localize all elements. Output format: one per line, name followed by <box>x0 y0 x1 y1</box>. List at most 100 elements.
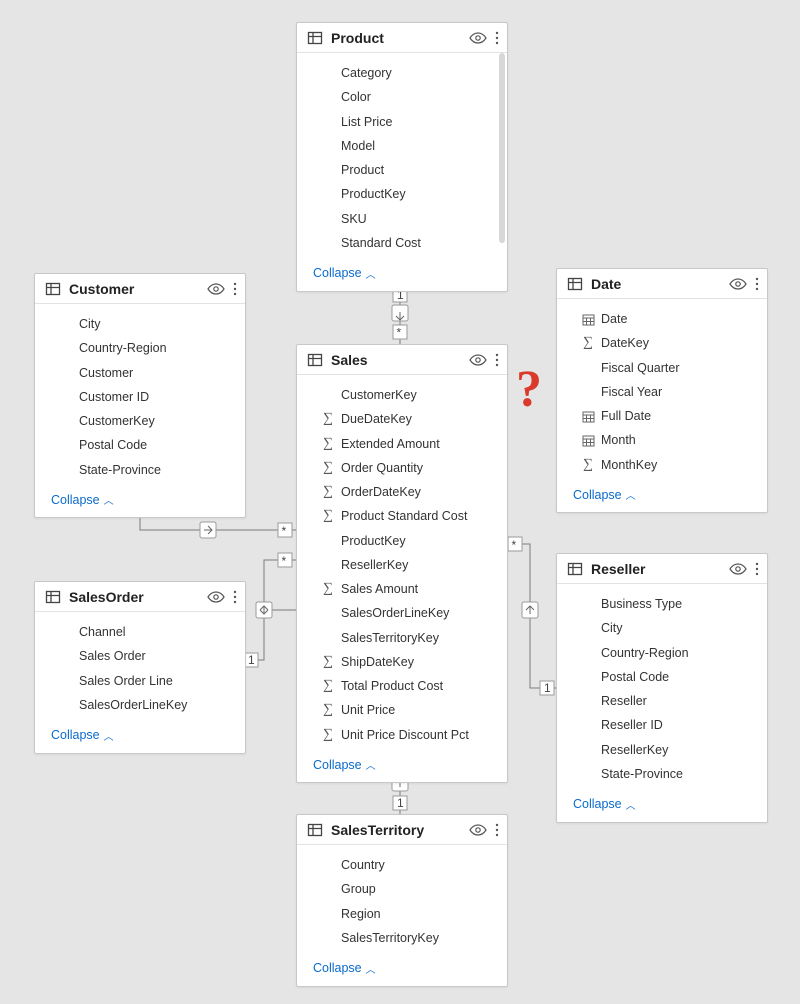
field-row[interactable]: ∑DueDateKey <box>297 407 507 431</box>
table-card-salesterritory[interactable]: SalesTerritory CountryGroupRegionSalesTe… <box>296 814 508 987</box>
field-row[interactable]: SalesTerritoryKey <box>297 926 507 950</box>
more-options-icon[interactable] <box>755 277 759 291</box>
field-row[interactable]: Business Type <box>557 592 767 616</box>
table-card-reseller[interactable]: Reseller Business Type City Country-Region… <box>556 553 768 823</box>
field-row[interactable]: ∑MonthKey <box>557 453 767 477</box>
field-row[interactable]: ProductKey <box>297 182 507 206</box>
visibility-icon[interactable] <box>469 823 487 837</box>
field-label: Product <box>341 162 384 178</box>
field-row[interactable]: Country-Region <box>35 336 245 360</box>
field-row[interactable]: State-Province <box>35 458 245 482</box>
field-row[interactable]: List Price <box>297 110 507 134</box>
field-label: Region <box>341 906 381 922</box>
more-options-icon[interactable] <box>233 282 237 296</box>
field-row[interactable]: Month <box>557 428 767 452</box>
more-options-icon[interactable] <box>233 590 237 604</box>
field-row[interactable]: ResellerKey <box>557 738 767 762</box>
field-label: OrderDateKey <box>341 484 421 500</box>
field-row[interactable]: Standard Cost <box>297 231 507 255</box>
field-row[interactable]: Postal Code <box>35 433 245 457</box>
table-title: Sales <box>331 352 461 368</box>
scrollbar[interactable] <box>499 53 505 243</box>
field-row[interactable]: ∑Unit Price Discount Pct <box>297 723 507 747</box>
field-row[interactable]: Channel <box>35 620 245 644</box>
field-row[interactable]: Model <box>297 134 507 158</box>
field-row[interactable]: ResellerKey <box>297 553 507 577</box>
sigma-icon: ∑ <box>321 485 335 499</box>
field-label: DueDateKey <box>341 411 412 427</box>
field-row[interactable]: ∑Unit Price <box>297 698 507 722</box>
field-row[interactable]: Fiscal Year <box>557 380 767 404</box>
field-label: State-Province <box>79 462 161 478</box>
field-row[interactable]: ∑ShipDateKey <box>297 650 507 674</box>
field-row[interactable]: Postal Code <box>557 665 767 689</box>
field-row[interactable]: Color <box>297 85 507 109</box>
field-row[interactable]: Full Date <box>557 404 767 428</box>
more-options-icon[interactable] <box>755 562 759 576</box>
collapse-link[interactable]: Collapse︿ <box>573 487 636 502</box>
field-row[interactable]: ∑DateKey <box>557 331 767 355</box>
field-row[interactable]: Sales Order <box>35 644 245 668</box>
field-row[interactable]: SalesOrderLineKey <box>297 601 507 625</box>
field-row[interactable]: SalesOrderLineKey <box>35 693 245 717</box>
table-icon <box>45 589 61 605</box>
collapse-link[interactable]: Collapse︿ <box>51 492 114 507</box>
field-row[interactable]: Reseller ID <box>557 713 767 737</box>
field-row[interactable]: Customer <box>35 361 245 385</box>
collapse-link[interactable]: Collapse︿ <box>573 797 636 812</box>
field-row[interactable]: Fiscal Quarter <box>557 356 767 380</box>
field-row[interactable]: Product <box>297 158 507 182</box>
collapse-link[interactable]: Collapse︿ <box>313 266 376 281</box>
field-row[interactable]: Date <box>557 307 767 331</box>
table-card-salesorder[interactable]: SalesOrder ChannelSales OrderSales Order… <box>34 581 246 754</box>
field-row[interactable]: CustomerKey <box>297 383 507 407</box>
more-options-icon[interactable] <box>495 31 499 45</box>
table-card-product[interactable]: Product CategoryColorList PriceModel Prod… <box>296 22 508 292</box>
collapse-link[interactable]: Collapse︿ <box>51 728 114 743</box>
field-row[interactable]: State-Province <box>557 762 767 786</box>
field-row[interactable]: Customer ID <box>35 385 245 409</box>
more-options-icon[interactable] <box>495 823 499 837</box>
field-label: Country-Region <box>601 645 689 661</box>
field-row[interactable]: City <box>35 312 245 336</box>
field-row[interactable]: City <box>557 616 767 640</box>
svg-text:*: * <box>282 554 287 568</box>
more-options-icon[interactable] <box>495 353 499 367</box>
field-row[interactable]: ∑Product Standard Cost <box>297 504 507 528</box>
sigma-icon: ∑ <box>321 437 335 451</box>
visibility-icon[interactable] <box>207 282 225 296</box>
field-row[interactable]: ∑Order Quantity <box>297 456 507 480</box>
field-row[interactable]: Sales Order Line <box>35 669 245 693</box>
field-row[interactable]: ∑Total Product Cost <box>297 674 507 698</box>
field-row[interactable]: ∑ OrderDateKey <box>297 480 507 504</box>
field-label: Reseller ID <box>601 717 663 733</box>
table-card-customer[interactable]: Customer CityCountry-RegionCustomerCusto… <box>34 273 246 518</box>
field-row[interactable]: Country-Region <box>557 641 767 665</box>
field-label: MonthKey <box>601 457 657 473</box>
field-row[interactable]: Region <box>297 902 507 926</box>
field-row[interactable]: Category <box>297 61 507 85</box>
visibility-icon[interactable] <box>729 277 747 291</box>
field-row[interactable]: Country <box>297 853 507 877</box>
visibility-icon[interactable] <box>469 31 487 45</box>
table-card-sales[interactable]: Sales CustomerKey∑DueDateKey∑Extended Am… <box>296 344 508 783</box>
field-label: Channel <box>79 624 126 640</box>
field-row[interactable]: Reseller <box>557 689 767 713</box>
visibility-icon[interactable] <box>729 562 747 576</box>
field-row[interactable]: SKU <box>297 207 507 231</box>
field-row[interactable]: ProductKey <box>297 529 507 553</box>
visibility-icon[interactable] <box>469 353 487 367</box>
field-label: Business Type <box>601 596 682 612</box>
visibility-icon[interactable] <box>207 590 225 604</box>
field-row[interactable]: Group <box>297 877 507 901</box>
table-card-date[interactable]: Date Date∑DateKeyFiscal QuarterFiscal Ye… <box>556 268 768 513</box>
table-title: Date <box>591 276 721 292</box>
field-row[interactable]: SalesTerritoryKey <box>297 626 507 650</box>
collapse-link[interactable]: Collapse︿ <box>313 961 376 976</box>
field-row[interactable]: ∑Sales Amount <box>297 577 507 601</box>
field-label: ResellerKey <box>601 742 668 758</box>
field-row[interactable]: ∑Extended Amount <box>297 432 507 456</box>
field-label: CustomerKey <box>341 387 417 403</box>
field-row[interactable]: CustomerKey <box>35 409 245 433</box>
collapse-link[interactable]: Collapse︿ <box>313 757 376 772</box>
